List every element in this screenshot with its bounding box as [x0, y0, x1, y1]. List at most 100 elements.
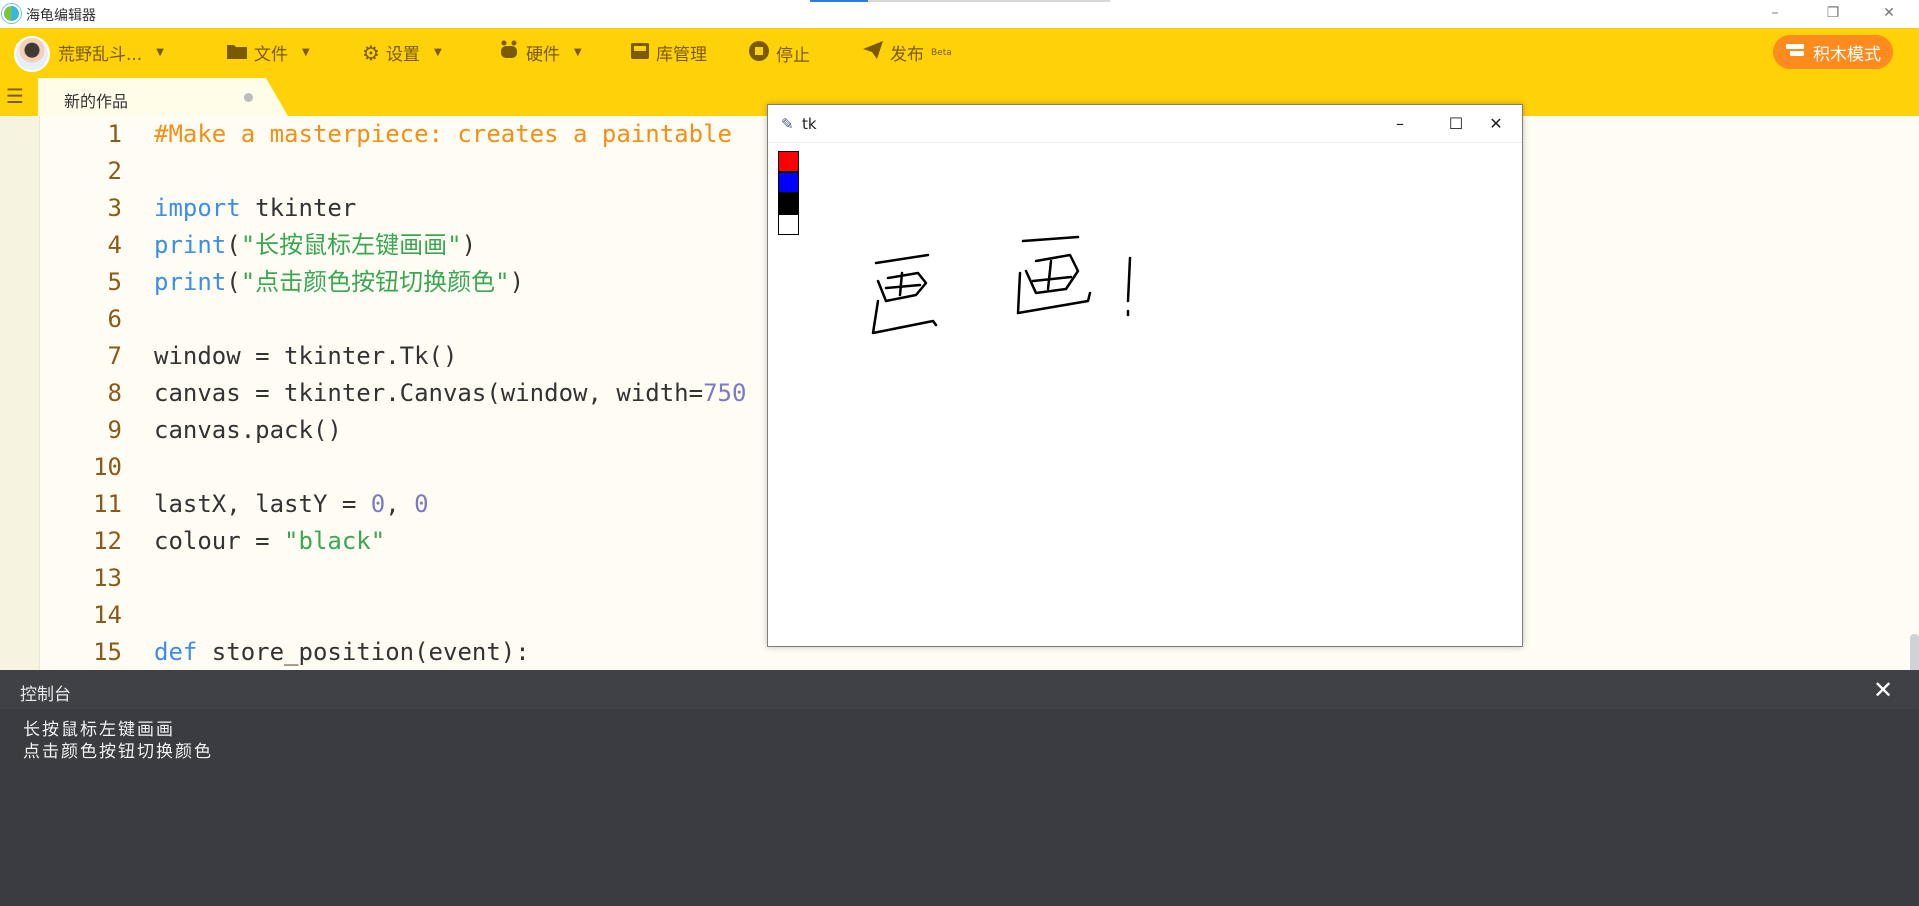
code-token: "长按鼠标左键画画"	[240, 231, 462, 259]
line-number: 14	[93, 601, 122, 629]
settings-menu[interactable]: ⚙ 设置 ▼	[362, 40, 442, 66]
code-text: canvas = tkinter.Canvas(window, width=75…	[154, 375, 746, 412]
robot-icon	[498, 40, 520, 65]
top-tab-indicator-active	[810, 0, 868, 2]
code-token: 0	[370, 490, 386, 518]
stroke	[1126, 256, 1132, 303]
console-line: 点击颜色按钮切换颜色	[23, 742, 213, 762]
stroke	[1021, 235, 1080, 243]
code-token: lastX, lastY =	[154, 490, 371, 518]
window-restore-button[interactable]: ❐	[1810, 2, 1856, 26]
inbox-icon	[630, 41, 650, 65]
code-text: print("长按鼠标左键画画")	[154, 227, 476, 264]
user-avatar[interactable]	[14, 36, 50, 72]
console-output: 长按鼠标左键画画 点击颜色按钮切换颜色	[0, 709, 1919, 906]
chevron-down-icon: ▼	[433, 47, 442, 58]
tk-maximize-button[interactable]: ☐	[1436, 111, 1476, 137]
console-title: 控制台	[20, 685, 71, 705]
code-token: print	[154, 231, 227, 259]
code-token: (	[226, 231, 241, 259]
stop-circle-icon	[748, 40, 770, 67]
stop-button[interactable]: 停止	[748, 40, 810, 67]
tk-minimize-button[interactable]: –	[1380, 111, 1420, 137]
code-token: window = tkinter.Tk()	[154, 342, 458, 370]
publish-button[interactable]: 发布 Beta	[862, 40, 952, 65]
window-close-button[interactable]: ✕	[1866, 2, 1912, 26]
line-number: 3	[107, 194, 122, 222]
line-number: 11	[93, 490, 122, 518]
line-number: 5	[107, 268, 122, 296]
app-logo-icon	[2, 4, 21, 23]
user-name: 荒野乱斗...	[58, 45, 143, 65]
code-token: import	[154, 194, 241, 222]
line-number: 2	[107, 157, 122, 185]
paper-plane-icon	[862, 40, 884, 65]
folder-icon	[226, 41, 248, 65]
library-manager-button[interactable]: 库管理	[630, 40, 707, 65]
code-text: print("点击颜色按钮切换颜色")	[154, 264, 524, 301]
code-token: (	[226, 268, 241, 296]
code-token: print	[154, 268, 227, 296]
tk-titlebar[interactable]: ✎ tk – ☐ ✕	[768, 105, 1522, 143]
line-number: 9	[107, 416, 122, 444]
tab-label: 新的作品	[64, 92, 129, 111]
code-text: def store_position(event):	[154, 634, 530, 670]
code-text: lastX, lastY = 0, 0	[154, 486, 429, 523]
code-token: def	[154, 638, 198, 666]
file-menu[interactable]: 文件 ▼	[226, 40, 310, 65]
code-text: #Make a masterpiece: creates a paintable	[154, 116, 732, 153]
top-tab-indicator	[868, 0, 1110, 2]
stroke	[1031, 275, 1073, 283]
stroke	[1046, 259, 1053, 291]
line-number: 7	[107, 342, 122, 370]
code-token: ,	[385, 490, 415, 518]
code-token: 750	[703, 379, 747, 407]
tk-paint-canvas[interactable]	[768, 143, 1522, 646]
publish-label: 发布	[890, 45, 924, 65]
code-token: tkinter	[240, 194, 357, 222]
line-number: 10	[93, 453, 122, 481]
line-number: 6	[107, 305, 122, 333]
code-token: 0	[414, 490, 429, 518]
code-token: #Make a masterpiece: creates a paintable	[154, 120, 732, 148]
line-number: 12	[93, 527, 122, 555]
editor-scrollbar[interactable]	[1910, 634, 1919, 670]
code-token: colour =	[154, 527, 285, 555]
code-text: colour = "black"	[154, 523, 385, 560]
tk-title: tk	[802, 115, 817, 133]
line-number: 15	[93, 638, 122, 666]
beta-badge: Beta	[931, 47, 952, 58]
code-token: store_position(event):	[197, 638, 530, 666]
main-toolbar: 荒野乱斗... ▼ 文件 ▼ ⚙ 设置 ▼ 硬件 ▼ 库管理 停止 发布 Bet…	[0, 28, 1919, 78]
hardware-menu[interactable]: 硬件 ▼	[498, 40, 582, 65]
tk-close-button[interactable]: ✕	[1476, 111, 1516, 137]
sidebar-toggle-icon[interactable]: ☰	[6, 86, 30, 108]
line-number: 4	[107, 231, 122, 259]
code-text: window = tkinter.Tk()	[154, 338, 457, 375]
freehand-drawing	[871, 235, 1132, 335]
code-text: import tkinter	[154, 190, 356, 227]
chevron-down-icon: ▼	[156, 47, 164, 58]
stroke	[884, 283, 922, 290]
app-titlebar: 海龟编辑器 – ❐ ✕	[0, 0, 1919, 28]
code-token: )	[461, 231, 477, 259]
blocks-icon	[1785, 42, 1805, 63]
console-header: 控制台 ✕	[0, 670, 1919, 709]
code-token: )	[509, 268, 525, 296]
chevron-down-icon: ▼	[302, 47, 310, 58]
block-mode-label: 积木模式	[1813, 44, 1881, 65]
gear-icon: ⚙	[362, 40, 380, 65]
user-menu[interactable]: 荒野乱斗... ▼	[58, 40, 164, 65]
window-minimize-button[interactable]: –	[1752, 2, 1798, 26]
unsaved-dot-icon[interactable]	[244, 93, 253, 102]
code-token: "black"	[284, 527, 386, 555]
library-manager-label: 库管理	[656, 45, 707, 65]
close-icon[interactable]: ✕	[1873, 676, 1893, 704]
block-mode-button[interactable]: 积木模式	[1773, 35, 1893, 69]
feather-icon: ✎	[781, 115, 794, 133]
line-number: 13	[93, 564, 122, 592]
file-menu-label: 文件	[254, 45, 288, 65]
tab-new-work[interactable]: 新的作品	[38, 78, 288, 116]
settings-menu-label: 设置	[385, 45, 420, 65]
hardware-menu-label: 硬件	[526, 45, 560, 65]
